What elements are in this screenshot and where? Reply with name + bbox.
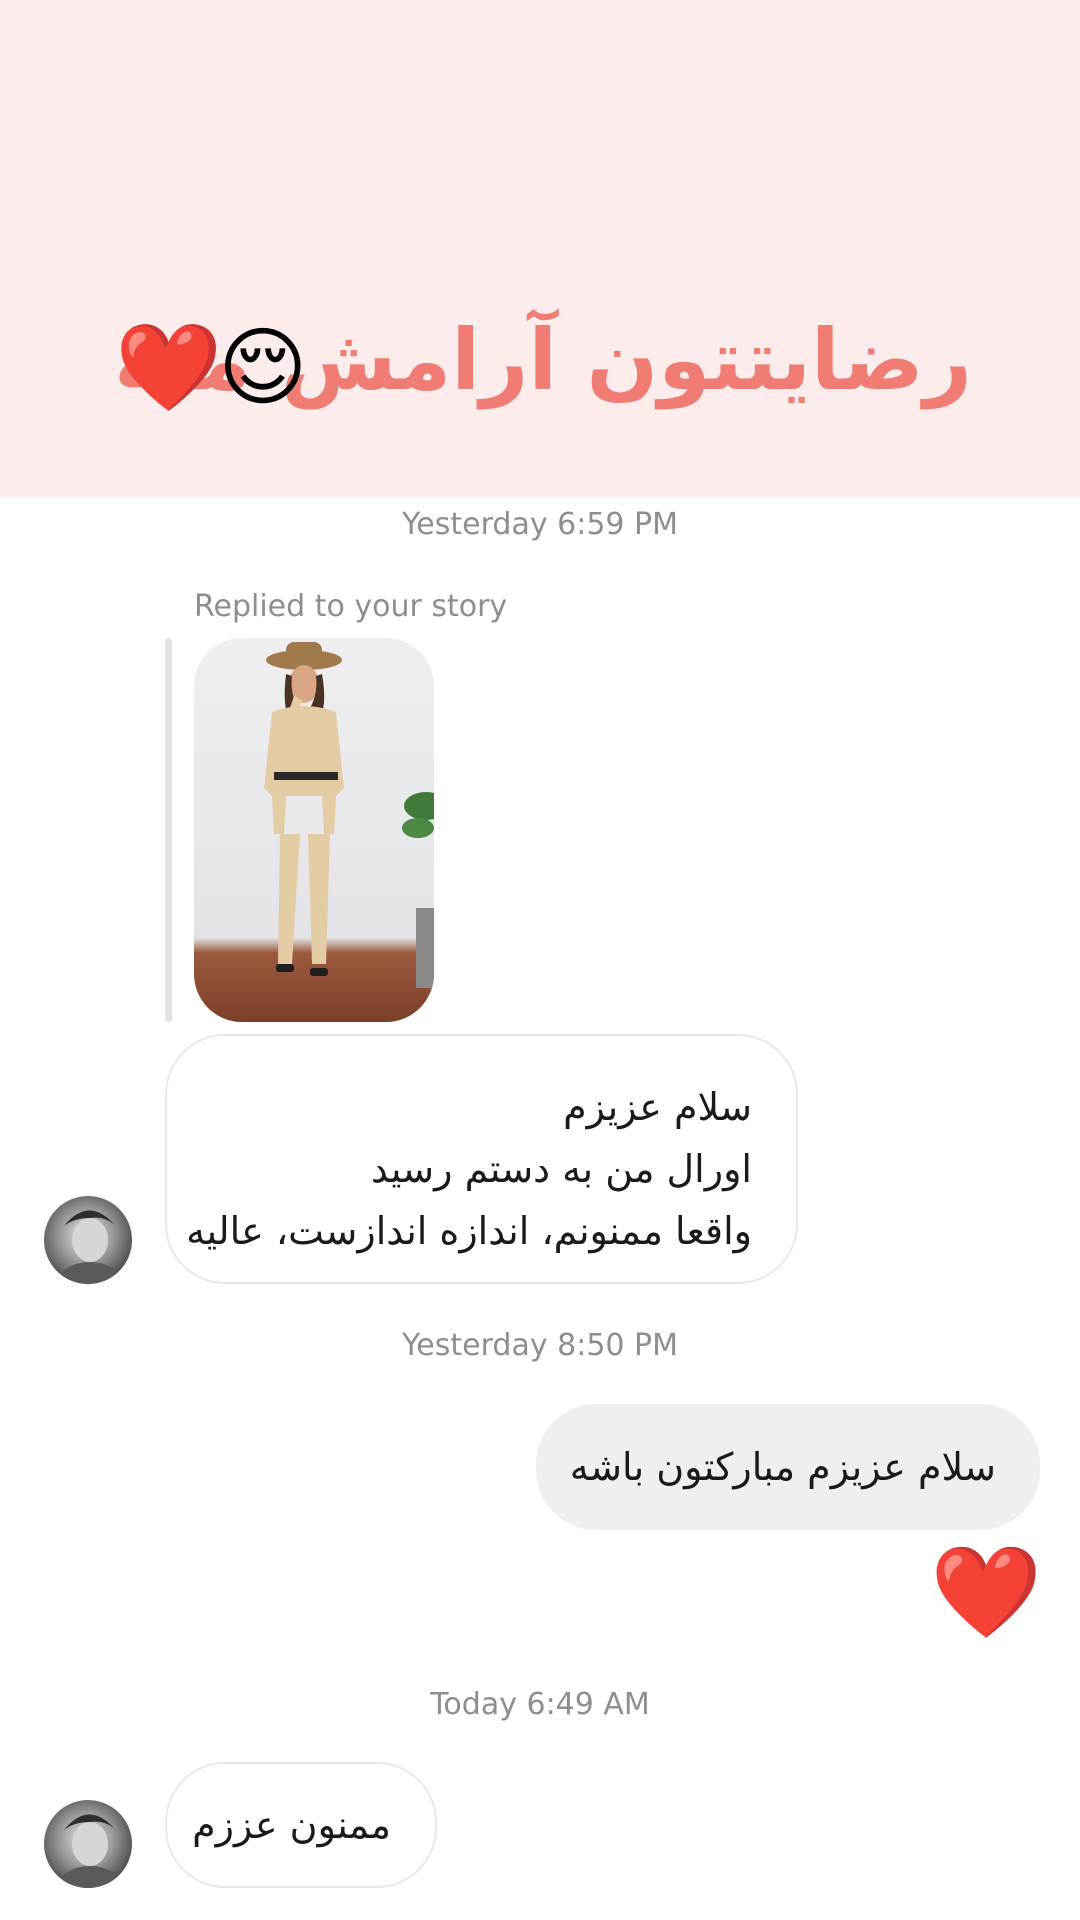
red-heart-emoji: ❤️	[115, 318, 223, 418]
message-line: اورال من به دستم رسید	[370, 1147, 752, 1191]
message-line: سلام عزیزم	[563, 1085, 752, 1129]
incoming-message-bubble[interactable]: ممنون عززم	[165, 1762, 437, 1888]
incoming-message-bubble[interactable]: سلام عزیزم اورال من به دستم رسید واقعا م…	[165, 1034, 798, 1284]
story-reply-caption: Replied to your story	[194, 589, 508, 624]
story-thumbnail[interactable]	[194, 638, 434, 1022]
message-timestamp: Today 6:49 AM	[430, 1687, 650, 1722]
story-photo-woman-in-beige-jumpsuit	[264, 642, 434, 988]
story-banner[interactable]: رضایتتون آرامش منه 😌 ❤️	[0, 0, 1080, 497]
message-timestamp: Yesterday 6:59 PM	[401, 507, 679, 542]
outgoing-message-bubble[interactable]: سلام عزیزم مبارکتون باشه	[536, 1404, 1040, 1530]
relieved-face-emoji: 😌	[218, 318, 308, 418]
profile-photo	[60, 1814, 120, 1888]
avatar[interactable]	[44, 1196, 132, 1284]
message-line: واقعا ممنونم، اندازه اندازست، عالیه	[186, 1209, 752, 1253]
red-heart-emoji[interactable]: ❤️	[930, 1548, 1042, 1638]
avatar[interactable]	[44, 1800, 132, 1888]
message-timestamp: Yesterday 8:50 PM	[401, 1328, 679, 1363]
profile-photo	[60, 1210, 120, 1284]
reply-indicator-line	[165, 638, 172, 1022]
